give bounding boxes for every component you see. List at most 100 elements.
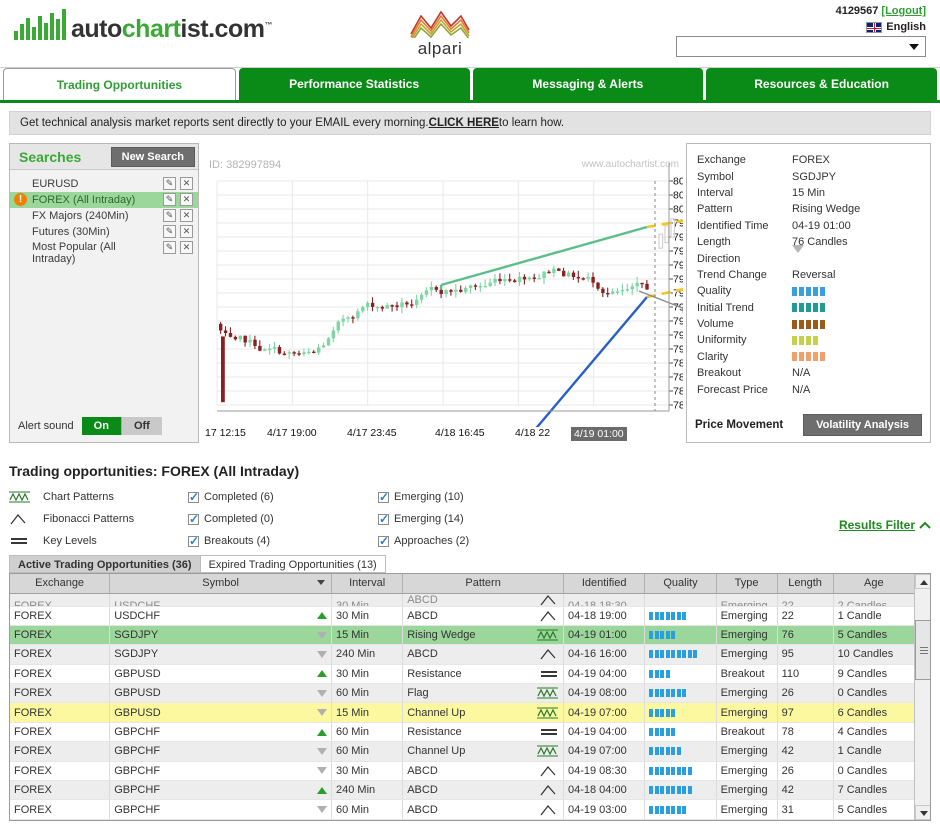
checkbox-icon[interactable] [188,534,199,548]
language-selector[interactable]: English [866,21,926,33]
symbol-select[interactable] [676,36,926,57]
delete-search-icon[interactable]: ✕ [180,225,193,238]
info-value-cell [792,244,804,265]
info-key: Quality [697,285,732,298]
table-row[interactable]: FOREX SGDJPY 240 Min ABCD 04-16 16:00 Em… [10,644,916,665]
column-header-symbol[interactable]: Symbol [109,574,332,594]
edit-search-icon[interactable]: ✎ [163,241,176,254]
column-header-type[interactable]: Type [716,574,778,594]
autochartist-app: autochartist.com™ alpari 4129567 [Logout]… [0,0,940,833]
column-header-quality[interactable]: Quality [644,574,717,594]
cell-length: 22 [777,606,834,626]
info-value-cell: N/A [792,367,810,379]
search-item[interactable]: EURUSD ✎ ✕ [10,176,198,192]
filter-checkbox-right[interactable]: Emerging (14) [378,512,568,526]
logout-link[interactable]: [Logout] [881,5,926,17]
delete-search-icon[interactable]: ✕ [180,177,193,190]
table-row[interactable] [10,819,916,820]
edit-search-icon[interactable]: ✎ [163,225,176,238]
edit-search-icon[interactable]: ✎ [163,209,176,222]
checkbox-icon[interactable] [378,512,389,526]
table-row[interactable]: FOREX GBPUSD 15 Min Channel Up 04-19 07:… [10,702,916,723]
delete-search-icon[interactable]: ✕ [180,209,193,222]
cell-interval: 30 Min [331,664,404,685]
edit-search-icon[interactable]: ✎ [163,177,176,190]
key-levels-icon [11,538,27,544]
table-tab[interactable]: Expired Trading Opportunities (13) [200,555,386,573]
info-row: Interval 15 Min [687,185,930,201]
column-header-length[interactable]: Length [777,574,834,594]
filter-checkbox-mid[interactable]: Completed (6) [188,490,378,504]
search-item[interactable]: Futures (30Min) ✎ ✕ [10,224,198,240]
tab-resources-education[interactable]: Resources & Education [706,68,937,100]
logo-candles-icon [14,8,66,42]
table-row[interactable]: FOREX GBPCHF 60 Min Resistance 04-19 04:… [10,722,916,743]
column-header-age[interactable]: Age [833,574,916,594]
table-row[interactable]: FOREX GBPCHF 60 Min Channel Up 04-19 07:… [10,741,916,762]
search-item[interactable]: Most Popular (All Intraday) ✎ ✕ [10,240,198,268]
filter-checkbox-right[interactable]: Emerging (10) [378,490,568,504]
delete-search-icon[interactable]: ✕ [180,193,193,206]
filter-checkbox-mid[interactable]: Breakouts (4) [188,534,378,548]
fibonacci-icon [9,513,43,525]
table-row[interactable]: FOREX SGDJPY 15 Min Rising Wedge 04-19 0… [10,625,916,646]
cell-age: 1 Candle [833,741,916,762]
new-search-button[interactable]: New Search [110,147,195,167]
pattern-chart[interactable]: ID: 382997894 www.autochartist.com 80.24… [203,143,683,443]
results-filter-link[interactable]: Results Filter [839,518,931,532]
key-levels-icon [9,535,43,547]
tab-messaging-alerts[interactable]: Messaging & Alerts [472,68,704,100]
column-header-pattern[interactable]: Pattern [402,574,564,594]
cell-identified: 04-19 08:00 [563,683,646,704]
edit-search-icon[interactable]: ✎ [163,193,176,206]
checkbox-icon[interactable] [188,512,199,526]
table-row[interactable]: FOREX GBPUSD 30 Min Resistance 04-19 04:… [10,664,916,685]
alert-sound-off-button[interactable]: Off [120,417,162,435]
price-movement-tab[interactable]: Price Movement [695,419,783,431]
cell-symbol: USDCHF [109,606,332,626]
pattern-info-panel: Exchange FOREX Symbol SGDJPY Interval 15… [686,143,931,443]
checkbox-icon[interactable] [378,490,389,504]
broker-name: alpari [417,39,463,58]
volatility-analysis-tab[interactable]: Volatility Analysis [803,414,922,436]
info-value-cell [792,335,818,345]
filter-checkbox-mid[interactable]: Completed (0) [188,512,378,526]
column-header-identified[interactable]: Identified [563,574,646,594]
symbol-value: GBPCHF [114,745,161,758]
cell-pattern: Channel Up [402,702,564,723]
checkbox-icon[interactable] [378,534,389,548]
alert-sound-on-button[interactable]: On [81,417,121,435]
table-row[interactable]: FOREX USDCHF 30 Min ABCD 04-18 19:00 Eme… [10,606,916,626]
cell-exchange: FOREX [10,722,111,743]
scrollbar-thumb[interactable] [915,620,930,680]
search-item[interactable]: FX Majors (240Min) ✎ ✕ [10,208,198,224]
cell-pattern: ABCD [402,780,564,801]
search-item[interactable]: ! FOREX (All Intraday) ✎ ✕ [10,192,198,208]
rating-bars [792,319,825,329]
cell-length: 31 [777,799,834,820]
delete-search-icon[interactable]: ✕ [180,241,193,254]
column-header-interval[interactable]: Interval [331,574,404,594]
table-row[interactable]: FOREX GBPUSD 60 Min Flag 04-19 08:00 Eme… [10,683,916,704]
cell-symbol: GBPCHF [109,799,332,820]
arrow-down-icon [920,811,928,816]
table-row[interactable]: FOREX GBPCHF 60 Min ABCD 04-19 03:00 Eme… [10,799,916,820]
tab-trading-opportunities[interactable]: Trading Opportunities [3,68,236,100]
autochartist-logo[interactable]: autochartist.com™ [14,8,272,42]
pattern-value: Channel Up [407,706,466,719]
table-tab[interactable]: Active Trading Opportunities (36) [9,555,201,573]
column-header-exchange[interactable]: Exchange [10,574,111,594]
chart-patterns-icon [536,629,558,641]
click-here-link[interactable]: CLICK HERE [429,117,499,129]
tab-performance-statistics[interactable]: Performance Statistics [238,68,470,100]
cell-age: 5 Candles [833,799,916,820]
table-row[interactable]: FOREX USDCHF 30 Min ABCD 04-18 18:30 Eme… [10,593,916,607]
filter-checkbox-right[interactable]: Approaches (2) [378,534,568,548]
scroll-up-button[interactable] [915,574,930,589]
table-row[interactable]: FOREX GBPCHF 30 Min ABCD 04-19 08:30 Eme… [10,761,916,782]
checkbox-icon[interactable] [188,490,199,504]
logo-text-b: chart [121,15,181,43]
scroll-down-button[interactable] [915,805,930,820]
table-scrollbar[interactable] [914,574,930,820]
table-row[interactable]: FOREX GBPCHF 240 Min ABCD 04-18 04:00 Em… [10,780,916,801]
